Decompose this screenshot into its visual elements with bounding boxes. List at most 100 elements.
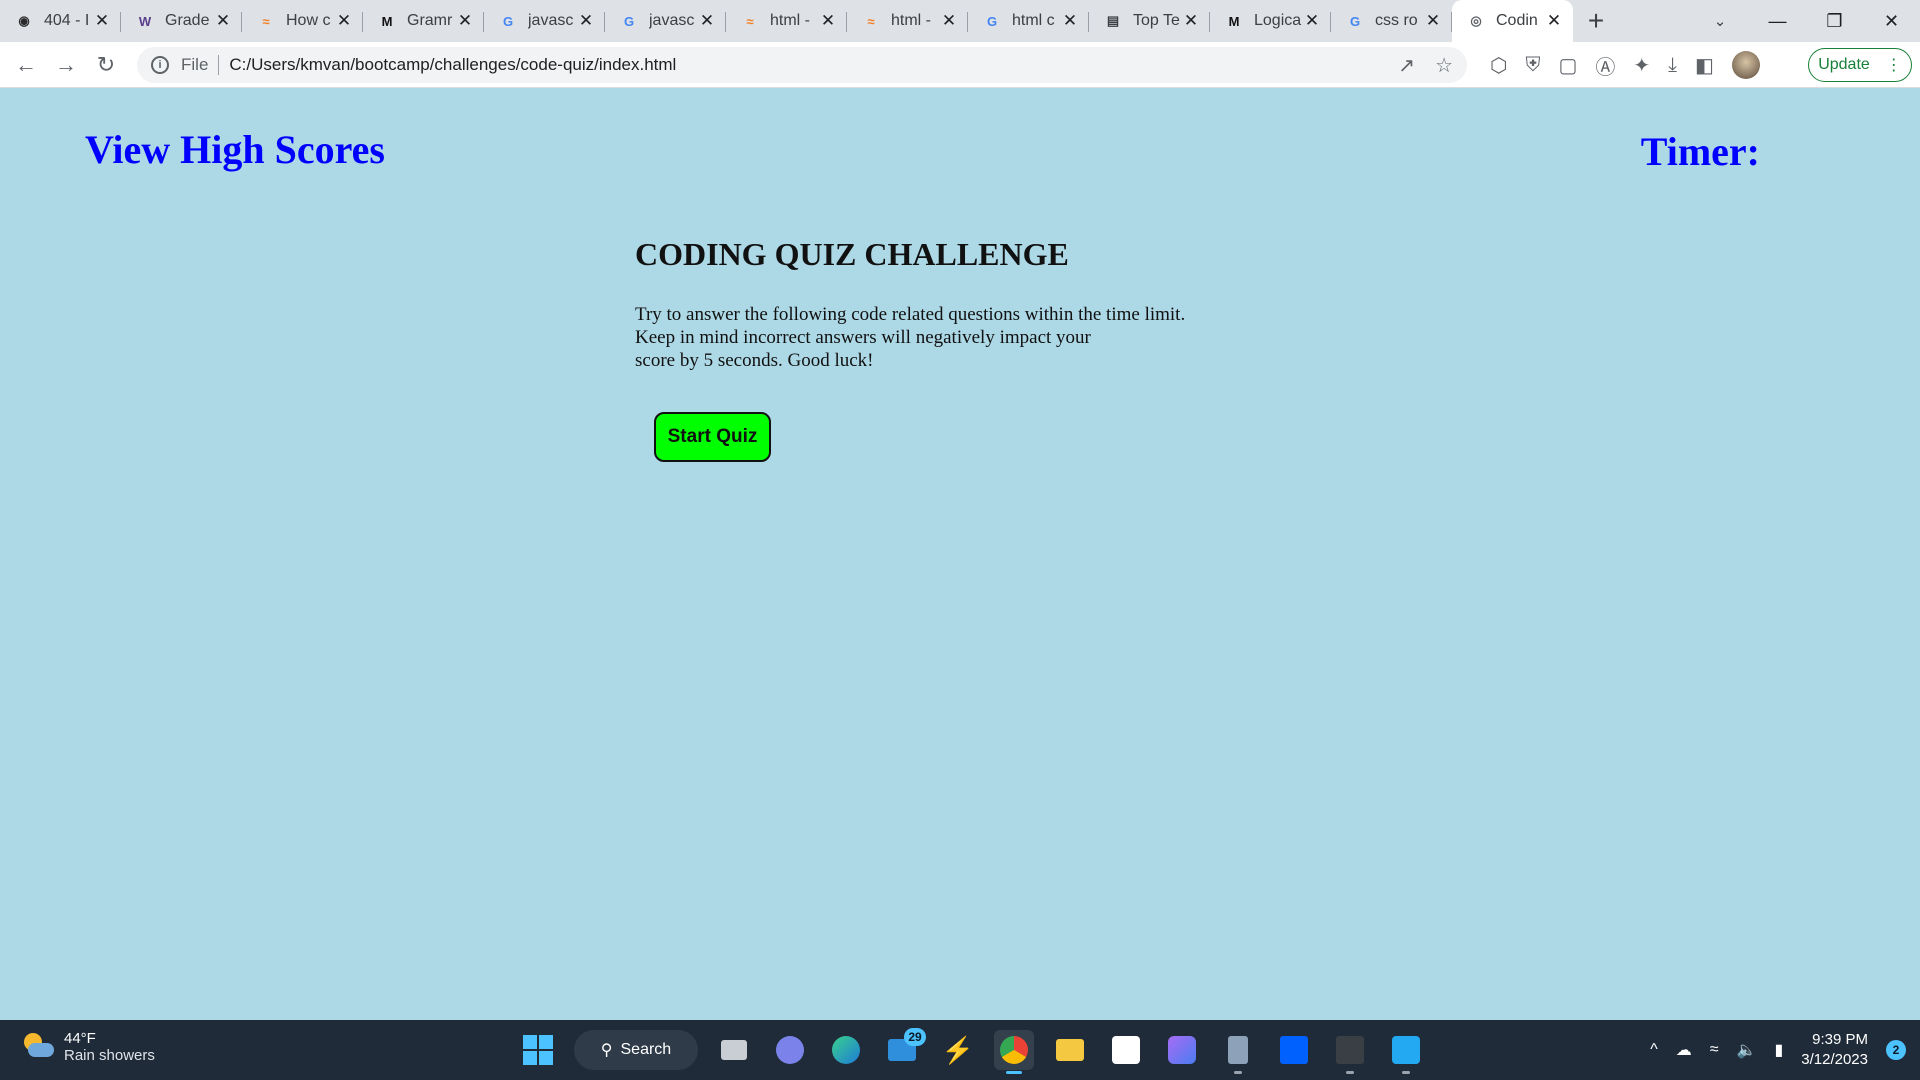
profile-avatar[interactable] [1731,51,1760,79]
w-icon: W [138,13,152,29]
vscode-icon[interactable] [1386,1030,1426,1074]
browser-tab[interactable]: ≈ html - ✕ [726,0,847,42]
m-icon: M [1228,13,1240,29]
tab-title: Grade [165,12,210,29]
browser-tab[interactable]: Ghtml c ✕ [968,0,1089,42]
battery-icon[interactable]: ▮ [1774,1040,1783,1060]
calculator-icon[interactable] [1218,1030,1258,1074]
tab-title: 404 - I [44,12,90,29]
chevron-up-icon[interactable]: ^ [1650,1041,1658,1059]
kebab-menu-icon[interactable]: ⋮ [1886,55,1902,75]
close-tab-icon[interactable]: ✕ [1303,11,1321,31]
browser-tab[interactable]: ≈ html - ✕ [847,0,968,42]
browser-tab[interactable]: ◉ 404 - I ✕ [0,0,121,42]
terminal-icon[interactable] [1330,1030,1370,1074]
back-button[interactable]: ← [6,45,46,85]
volume-icon[interactable]: 🔈 [1737,1040,1757,1060]
address-scheme: File [181,55,209,74]
browser-tab[interactable]: Gjavasc ✕ [605,0,726,42]
onedrive-icon[interactable]: ☁ [1676,1040,1692,1060]
forward-button[interactable]: → [46,45,86,85]
close-tab-icon[interactable]: ✕ [1424,11,1442,31]
side-panel-icon[interactable]: ◧ [1695,53,1714,78]
mail-icon[interactable]: 29 [882,1028,926,1070]
stackoverflow-icon: ≈ [262,13,270,29]
browser-tab[interactable]: ◎ Codin ✕ [1452,0,1573,42]
google-icon: G [986,13,998,29]
system-tray: ^ ☁ ≈ 🔈 ▮ 9:39 PM 3/12/2023 2 [1650,1020,1906,1080]
browser-tab[interactable]: Gcss ro ✕ [1331,0,1452,42]
chrome-icon[interactable] [994,1030,1034,1074]
bookmark-star-icon[interactable]: ☆ [1435,53,1453,78]
browser-tab[interactable]: Gjavasc ✕ [484,0,605,42]
close-tab-icon[interactable]: ✕ [1545,11,1563,31]
weather-condition: Rain showers [64,1047,155,1064]
store-icon[interactable] [1106,1030,1146,1070]
wifi-icon[interactable]: ≈ [1710,1041,1719,1059]
tab-strip: ◉ 404 - I ✕ W Grade ✕ ≈ How c ✕ M Gramr ✕ Gjavasc ✕ Gj… [0,0,1920,42]
search-icon: ⚲ [600,1042,613,1059]
close-tab-icon[interactable]: ✕ [456,11,474,31]
task-view-icon[interactable] [714,1030,754,1070]
edge-icon[interactable] [826,1030,866,1070]
close-tab-icon[interactable]: ✕ [1182,11,1200,31]
quiz-description: Try to answer the following code related… [635,303,1245,372]
notification-badge[interactable]: 2 [1886,1040,1906,1060]
extension-box-icon[interactable]: ⬡ [1490,53,1507,78]
browser-tab[interactable]: ▤ Top Te ✕ [1089,0,1210,42]
globe-icon: ◎ [1470,13,1482,28]
update-button[interactable]: Update ⋮ [1808,48,1912,82]
reload-button[interactable]: ↻ [86,45,126,85]
close-tab-icon[interactable]: ✕ [1061,11,1079,31]
tab-title: How c [286,12,331,29]
close-tab-icon[interactable]: ✕ [698,11,716,31]
extension-square-icon[interactable]: ▢ [1558,53,1577,78]
extension-a-icon[interactable]: Ⓐ [1595,51,1615,80]
clock[interactable]: 9:39 PM 3/12/2023 [1801,1030,1868,1070]
reader-icon: ▤ [1106,13,1120,28]
minimize-button[interactable]: — [1749,0,1806,42]
tab-title: Gramr [407,12,453,29]
view-high-scores-link[interactable]: View High Scores [85,126,385,173]
openai-icon: ◉ [18,13,30,28]
tab-title: javasc [649,12,695,29]
new-tab-button[interactable]: + [1573,0,1619,42]
taskbar-search[interactable]: ⚲ Search [574,1030,698,1070]
media-app-icon[interactable] [1162,1030,1202,1070]
restore-button[interactable]: ❐ [1806,0,1863,42]
address-bar[interactable]: i File C:/Users/kmvan/bootcamp/challenge… [137,47,1467,83]
timer-label: Timer: [1640,129,1760,174]
share-icon[interactable]: ↗ [1398,53,1415,78]
close-tab-icon[interactable]: ✕ [940,11,958,31]
close-tab-icon[interactable]: ✕ [214,11,232,31]
close-tab-icon[interactable]: ✕ [577,11,595,31]
dropbox-icon[interactable] [1274,1030,1314,1070]
download-icon[interactable]: ⤓ [1668,54,1677,77]
lightning-app-icon[interactable]: ⚡ [938,1030,978,1070]
close-tab-icon[interactable]: ✕ [93,11,111,31]
browser-tab[interactable]: W Grade ✕ [121,0,242,42]
browser-tab[interactable]: M Gramr ✕ [363,0,484,42]
address-url[interactable]: C:/Users/kmvan/bootcamp/challenges/code-… [229,55,676,75]
browser-tab[interactable]: M Logica ✕ [1210,0,1331,42]
tab-title: Logica [1254,12,1302,29]
start-quiz-button[interactable]: Start Quiz [654,412,771,462]
taskbar-apps: ⚲ Search 29 ⚡ [518,1026,1426,1074]
tab-title: html - [891,12,931,29]
close-tab-icon[interactable]: ✕ [819,11,837,31]
browser-tab[interactable]: ≈ How c ✕ [242,0,363,42]
windows-start-icon[interactable] [518,1030,558,1070]
tab-search-icon[interactable]: ⌄ [1700,0,1740,42]
info-icon[interactable]: i [151,56,169,74]
stackoverflow-icon: ≈ [867,13,875,29]
weather-widget[interactable]: 44°F Rain showers [22,1030,155,1064]
tab-title: Codin [1496,12,1538,29]
close-window-button[interactable]: ✕ [1863,0,1920,42]
close-tab-icon[interactable]: ✕ [335,11,353,31]
tab-title: html - [770,12,810,29]
file-explorer-icon[interactable] [1050,1030,1090,1070]
chat-icon[interactable] [770,1030,810,1070]
extension-shield-icon[interactable]: ⛨ [1525,54,1540,77]
clock-date: 3/12/2023 [1801,1051,1868,1068]
puzzle-icon[interactable]: ✦ [1633,53,1650,78]
